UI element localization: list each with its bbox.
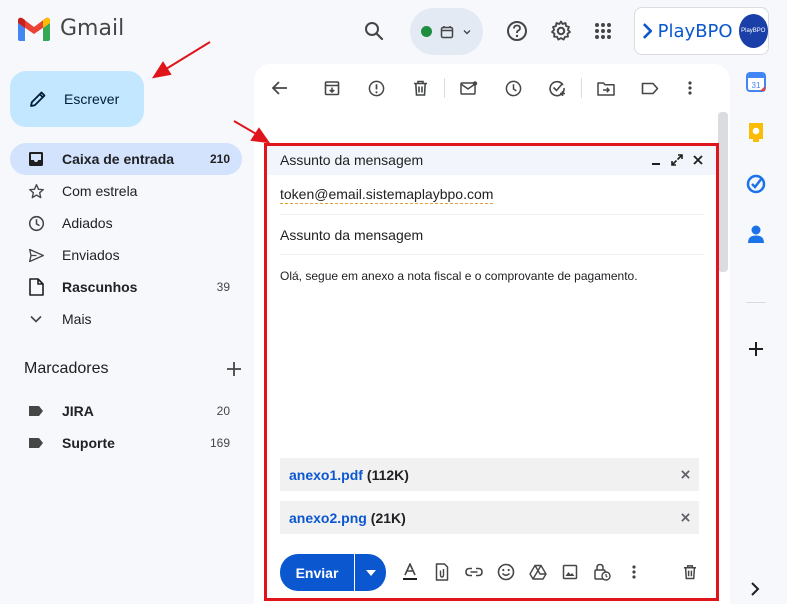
toolbar-divider: [444, 78, 445, 98]
folder-move-icon: [597, 81, 615, 96]
search-icon: [365, 22, 384, 41]
nav-label: Enviados: [62, 247, 120, 263]
brand-chevron-icon: [643, 23, 652, 39]
scrollbar[interactable]: [718, 112, 728, 272]
trash-icon: [413, 80, 427, 96]
tasks-app-icon[interactable]: [746, 174, 766, 194]
status-dot: [421, 26, 432, 37]
add-app-icon[interactable]: [747, 340, 765, 358]
delete-button[interactable]: [402, 70, 438, 106]
chevron-down-icon: [26, 309, 46, 329]
app-name: Gmail: [60, 16, 125, 41]
compose-label: Escrever: [64, 91, 120, 107]
nav-item-inbox[interactable]: Caixa de entrada 210: [10, 143, 242, 175]
mail-icon: [460, 80, 478, 95]
arrow-to-compose: [151, 41, 211, 79]
more-vert-icon: [688, 81, 692, 95]
gear-icon: [551, 20, 571, 41]
settings-button[interactable]: [543, 13, 579, 49]
contacts-app-icon[interactable]: [747, 224, 765, 244]
labels-list: JIRA 20 Suporte 169: [10, 395, 242, 459]
add-label-icon[interactable]: [226, 361, 242, 377]
nav-count: 210: [209, 152, 230, 166]
add-task-button[interactable]: [539, 70, 575, 106]
nav-item-starred[interactable]: Com estrela: [10, 175, 242, 207]
label-tag-icon: [26, 401, 46, 421]
alert-icon: [368, 80, 384, 96]
apps-grid-icon: [595, 23, 611, 39]
mark-unread-button[interactable]: [451, 70, 487, 106]
back-button[interactable]: [262, 70, 298, 106]
add-task-icon: [549, 80, 565, 97]
labels-header: Marcadores: [24, 360, 242, 378]
help-button[interactable]: [499, 13, 535, 49]
chevron-down-icon: [463, 29, 471, 34]
brand-name: PlayBPO: [657, 20, 733, 42]
nav-item-sent[interactable]: Enviados: [10, 239, 242, 271]
star-icon: [26, 181, 46, 201]
nav-item-snoozed[interactable]: Adiados: [10, 207, 242, 239]
nav-label: Mais: [62, 311, 92, 327]
archive-icon: [324, 81, 340, 96]
label-name: Suporte: [62, 435, 115, 451]
nav-item-more[interactable]: Mais: [10, 303, 242, 335]
more-options-button[interactable]: [672, 70, 708, 106]
search-button[interactable]: [356, 13, 392, 49]
label-icon: [641, 82, 659, 94]
archive-button[interactable]: [314, 70, 350, 106]
status-selector[interactable]: [410, 8, 483, 55]
account-brand[interactable]: PlayBPO PlayBPO: [634, 7, 769, 55]
chevron-right-icon[interactable]: [749, 582, 761, 596]
labels-title: Marcadores: [24, 360, 109, 377]
inbox-icon: [26, 149, 46, 169]
nav-label: Rascunhos: [62, 279, 138, 295]
label-name: JIRA: [62, 403, 94, 419]
nav-label: Com estrela: [62, 183, 138, 199]
account-avatar[interactable]: PlayBPO: [738, 14, 768, 48]
calendar-app-icon[interactable]: 31: [746, 72, 766, 92]
label-count: 169: [209, 436, 230, 450]
labels-button[interactable]: [632, 70, 668, 106]
report-spam-button[interactable]: [358, 70, 394, 106]
label-tag-icon: [26, 433, 46, 453]
label-item-jira[interactable]: JIRA 20: [10, 395, 242, 427]
label-count: 20: [216, 404, 230, 418]
rail-divider: [746, 302, 766, 303]
arrow-left-icon: [272, 81, 287, 95]
label-item-suporte[interactable]: Suporte 169: [10, 427, 242, 459]
nav-item-drafts[interactable]: Rascunhos 39: [10, 271, 242, 303]
highlight-box: [264, 143, 719, 601]
nav-count: 39: [216, 280, 230, 294]
toolbar-divider: [581, 78, 582, 98]
move-to-button[interactable]: [588, 70, 624, 106]
snooze-button[interactable]: [495, 70, 531, 106]
draft-file-icon: [26, 277, 46, 297]
pencil-icon: [30, 91, 46, 107]
gmail-logo[interactable]: Gmail: [18, 16, 124, 41]
compose-button[interactable]: Escrever: [10, 71, 144, 127]
nav-label: Adiados: [62, 215, 113, 231]
calendar-icon: [440, 25, 454, 38]
gmail-m-icon: [18, 17, 50, 41]
clock-icon: [26, 213, 46, 233]
side-panel-rail: 31: [740, 72, 772, 244]
clock-icon: [505, 80, 521, 96]
send-icon: [26, 245, 46, 265]
nav-list: Caixa de entrada 210 Com estrela Adiados…: [10, 143, 242, 335]
help-icon: [507, 21, 527, 41]
apps-button[interactable]: [585, 13, 621, 49]
svg-text:31: 31: [752, 81, 761, 90]
message-toolbar: [262, 70, 708, 106]
nav-label: Caixa de entrada: [62, 151, 175, 167]
keep-app-icon[interactable]: [747, 122, 765, 144]
